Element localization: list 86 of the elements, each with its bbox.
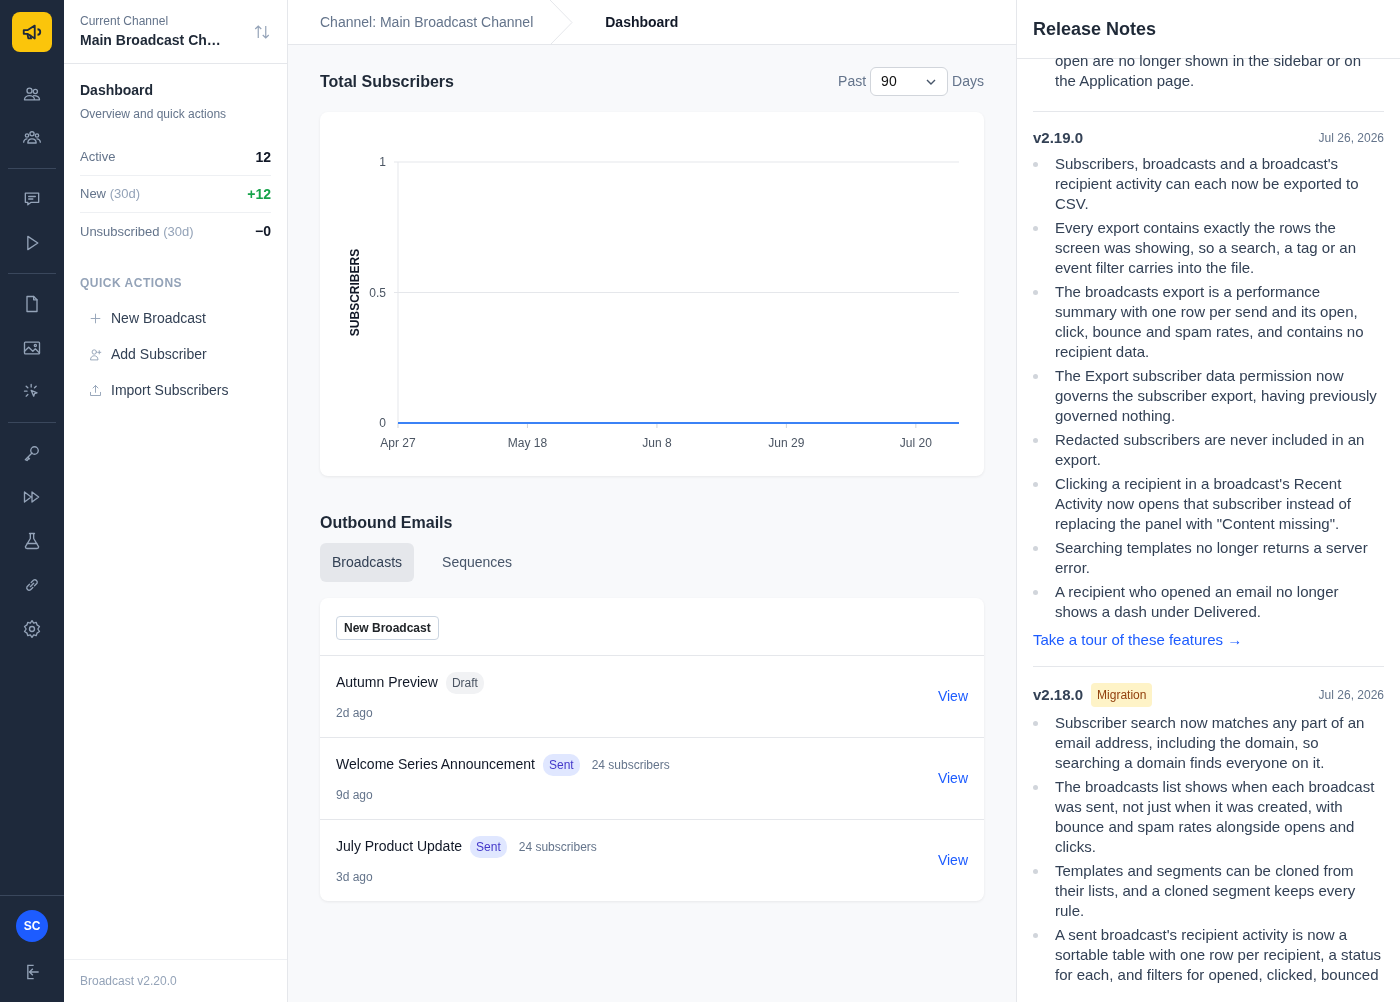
- broadcast-title: Welcome Series Announcement: [336, 755, 535, 774]
- new-broadcast-button[interactable]: New Broadcast: [336, 616, 439, 640]
- panel-title: Release Notes: [1033, 17, 1157, 41]
- version-text: Broadcast v2.20.0: [80, 974, 177, 988]
- bullet-dot: [1033, 785, 1038, 790]
- bullet-dot: [1033, 721, 1038, 726]
- quick-action-link[interactable]: Add Subscriber: [80, 336, 215, 372]
- version-number: v2.19.0: [1033, 128, 1084, 148]
- days-select[interactable]: 90: [870, 67, 949, 96]
- chart-title: Total Subscribers: [320, 71, 454, 92]
- release-note-text: open are no longer shown in the sidebar or on the Application page.: [1055, 51, 1363, 91]
- stat-value: 12: [255, 147, 271, 167]
- release-note-text: Subscribers, broadcasts and a broadcast's recipient activity can each now be exported to CSV.: [1055, 154, 1360, 214]
- channel-name: Main Broadcast Ch…: [80, 31, 221, 50]
- release-note-text: The Export subscriber data permission now governs the subscriber export, having previously governed nothing.: [1055, 366, 1378, 426]
- tour-link[interactable]: Take a tour of these features →: [1033, 631, 1243, 648]
- bullet-dot: [1033, 590, 1038, 595]
- subscriber-count: 24 subscribers: [591, 756, 670, 774]
- tab[interactable]: Sequences: [430, 543, 525, 582]
- release-note-text: A sent broadcast's recipient activity is now a sortable table with one row per recipient, a status for each, and filters for opened, clicked, bounced: [1055, 925, 1382, 985]
- megaphone-logo[interactable]: [12, 12, 52, 52]
- breadcrumb-item: Dashboard: [605, 12, 679, 32]
- y-tick-label: 1: [379, 155, 386, 169]
- range-suffix: Days: [952, 72, 984, 91]
- user-plus-icon: [88, 346, 103, 362]
- y-axis-title: SUBSCRIBERS: [348, 248, 362, 337]
- plus-icon: [88, 310, 103, 326]
- release-note-text: Templates and segments can be cloned from their lists, and a cloned segment keeps every rule.: [1055, 861, 1357, 921]
- broadcast-title: Autumn Preview: [336, 673, 438, 692]
- x-tick-label: Jun 29: [768, 436, 805, 450]
- bullet-dot: [1033, 438, 1038, 443]
- release-note-text: The broadcasts export is a performance summary with one row per send and its open, click, bounce and spam rates, and contains no recipient data.: [1055, 282, 1365, 362]
- bullet-dot: [1033, 546, 1038, 551]
- bullet-dot: [1033, 374, 1038, 379]
- view-link[interactable]: View: [937, 686, 968, 707]
- quick-actions-heading: QUICK ACTIONS: [80, 275, 184, 292]
- status-badge: Sent: [542, 753, 580, 776]
- stat-label: Unsubscribed (30d): [80, 222, 194, 241]
- status-badge: Sent: [470, 835, 507, 858]
- release-note-text: Subscriber search now matches any part of an email address, including the domain, so searching a domain finds everyone on it.: [1055, 713, 1366, 773]
- x-tick-label: Jul 20: [899, 436, 932, 450]
- timestamp: 2d ago: [336, 704, 374, 722]
- stat-label: Active: [80, 148, 116, 167]
- x-tick-label: May 18: [507, 436, 548, 450]
- section-heading: Outbound Emails: [320, 513, 454, 533]
- upload-icon: [88, 382, 103, 398]
- subscriber-count: 24 subscribers: [518, 838, 597, 856]
- stat-label: New (30d): [80, 185, 140, 204]
- channel-label: Current Channel: [80, 13, 170, 30]
- bullet-dot: [1033, 869, 1038, 874]
- breadcrumb-item[interactable]: Channel: Main Broadcast Channel: [320, 11, 534, 33]
- section-title: Dashboard: [80, 81, 155, 100]
- release-date: Jul 26, 2026: [1318, 687, 1384, 704]
- tab[interactable]: Broadcasts: [320, 543, 415, 582]
- view-link[interactable]: View: [937, 768, 968, 789]
- x-tick-label: Apr 27: [380, 436, 416, 450]
- timestamp: 3d ago: [336, 868, 374, 886]
- broadcast-title: July Product Update: [336, 837, 463, 856]
- release-note-text: Searching templates no longer returns a server error.: [1055, 538, 1369, 578]
- quick-action-link[interactable]: Import Subscribers: [80, 372, 237, 408]
- swap-icon[interactable]: [253, 22, 271, 41]
- bullet-dot: [1033, 482, 1038, 487]
- release-note-text: The broadcasts list shows when each broadcast was sent, not just when it was created, with bounce and spam rates alongside opens and clicks.: [1055, 777, 1376, 857]
- bullet-dot: [1033, 290, 1038, 295]
- version-number: v2.18.0: [1033, 685, 1084, 705]
- release-note-text: Every export contains exactly the rows the screen was showing, so a search, a tag or an event filter carries into the file.: [1055, 218, 1357, 278]
- quick-action-link[interactable]: New Broadcast: [80, 300, 214, 336]
- bullet-dot: [1033, 226, 1038, 231]
- user-avatar[interactable]: SC: [16, 910, 48, 942]
- y-tick-label: 0: [379, 416, 386, 430]
- release-note-text: Clicking a recipient in a broadcast's Recent Activity now opens that subscriber instead of replacing the panel with "Content missing".: [1055, 474, 1352, 534]
- y-tick-label: 0.5: [369, 285, 386, 300]
- migration-badge: Migration: [1091, 683, 1153, 707]
- stat-value: +12: [247, 184, 271, 204]
- release-note-text: A recipient who opened an email no longer shows a dash under Delivered.: [1055, 582, 1340, 622]
- x-tick-label: Jun 8: [642, 436, 672, 450]
- release-note-text: Redacted subscribers are never included in an export.: [1055, 430, 1366, 470]
- release-date: Jul 26, 2026: [1318, 130, 1384, 147]
- stat-value: −0: [255, 222, 271, 241]
- section-subtitle: Overview and quick actions: [80, 106, 228, 123]
- bullet-dot: [1033, 933, 1038, 938]
- range-prefix: Past: [838, 72, 867, 91]
- timestamp: 9d ago: [336, 786, 374, 804]
- bullet-dot: [1033, 162, 1038, 167]
- view-link[interactable]: View: [937, 850, 968, 871]
- status-badge: Draft: [445, 671, 484, 694]
